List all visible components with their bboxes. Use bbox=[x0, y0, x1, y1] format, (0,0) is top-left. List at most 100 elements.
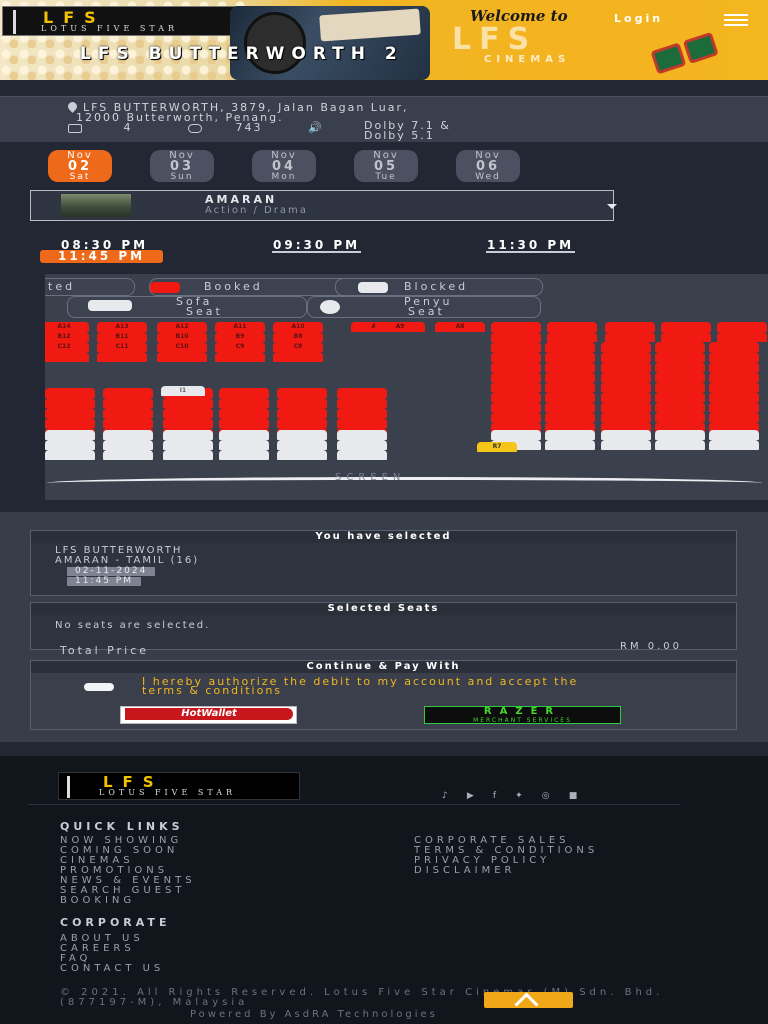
seat[interactable]: A13 bbox=[97, 322, 147, 332]
seat[interactable]: A10 bbox=[273, 322, 323, 332]
seat[interactable] bbox=[163, 430, 213, 440]
seat[interactable] bbox=[601, 342, 651, 352]
date-tab[interactable]: Nov 05 Tue bbox=[354, 150, 418, 182]
seat[interactable] bbox=[655, 372, 705, 382]
showtime-button-selected[interactable]: 11:45 PM bbox=[40, 250, 164, 263]
footer-link[interactable]: BOOKING bbox=[60, 896, 196, 906]
video-icon[interactable]: ■ bbox=[569, 791, 578, 801]
seat[interactable] bbox=[491, 342, 541, 352]
seat[interactable] bbox=[545, 382, 595, 392]
seat[interactable] bbox=[219, 440, 269, 450]
seat[interactable] bbox=[491, 430, 541, 440]
twitter-icon[interactable]: ✦ bbox=[515, 791, 523, 801]
seat[interactable]: B12 bbox=[45, 332, 89, 342]
seat[interactable] bbox=[45, 430, 95, 440]
seat[interactable] bbox=[545, 430, 595, 440]
seat[interactable] bbox=[709, 372, 759, 382]
footer-logo[interactable]: LFS LOTUS FIVE STAR bbox=[58, 772, 300, 800]
seat[interactable] bbox=[601, 392, 651, 402]
footer-link[interactable]: CONTACT US bbox=[60, 964, 164, 974]
seat[interactable] bbox=[545, 352, 595, 362]
seat[interactable] bbox=[655, 412, 705, 422]
seat[interactable] bbox=[219, 388, 269, 398]
seat[interactable] bbox=[103, 450, 153, 460]
seat[interactable] bbox=[545, 372, 595, 382]
seat[interactable]: B9 bbox=[215, 332, 265, 342]
seat[interactable] bbox=[655, 402, 705, 412]
seat[interactable]: C9 bbox=[215, 342, 265, 352]
seat[interactable] bbox=[661, 322, 711, 332]
seat[interactable] bbox=[45, 440, 95, 450]
seat[interactable] bbox=[163, 408, 213, 418]
seat[interactable] bbox=[103, 440, 153, 450]
tiktok-icon[interactable]: ♪ bbox=[442, 791, 448, 801]
seat[interactable] bbox=[97, 352, 147, 362]
seat[interactable] bbox=[709, 352, 759, 362]
razer-payment-button[interactable]: RAZER MERCHANT SERVICES bbox=[424, 706, 621, 724]
showtime-button[interactable]: 11:30 PM bbox=[486, 239, 576, 253]
seat[interactable] bbox=[545, 392, 595, 402]
date-tab[interactable]: Nov 04 Mon bbox=[252, 150, 316, 182]
seat[interactable] bbox=[655, 440, 705, 450]
showtime-button[interactable]: 09:30 PM bbox=[272, 239, 362, 253]
seat[interactable] bbox=[601, 412, 651, 422]
seat[interactable] bbox=[655, 392, 705, 402]
seat[interactable] bbox=[277, 418, 327, 428]
seat[interactable] bbox=[337, 408, 387, 418]
seat[interactable] bbox=[601, 372, 651, 382]
seat[interactable]: A14 bbox=[45, 322, 89, 332]
seat[interactable] bbox=[491, 322, 541, 332]
instagram-icon[interactable]: ◎ bbox=[542, 791, 550, 801]
seat[interactable] bbox=[337, 440, 387, 450]
seat[interactable]: A12 bbox=[157, 322, 207, 332]
seat[interactable] bbox=[545, 412, 595, 422]
seat[interactable] bbox=[491, 412, 541, 422]
seat[interactable]: A9 bbox=[375, 322, 425, 332]
seat[interactable]: C12 bbox=[45, 342, 89, 352]
seat[interactable] bbox=[103, 430, 153, 440]
lfs-logo[interactable]: LFS LOTUS FIVE STAR bbox=[2, 6, 240, 36]
seat[interactable] bbox=[709, 402, 759, 412]
seat[interactable]: R7 bbox=[477, 442, 517, 452]
date-tab[interactable]: Nov 02 Sat bbox=[48, 150, 112, 182]
seat[interactable] bbox=[273, 352, 323, 362]
seat[interactable] bbox=[709, 362, 759, 372]
seat[interactable]: A8 bbox=[435, 322, 485, 332]
seat[interactable]: A11 bbox=[215, 322, 265, 332]
seat[interactable]: C8 bbox=[273, 342, 323, 352]
seat[interactable] bbox=[163, 418, 213, 428]
seat[interactable] bbox=[337, 388, 387, 398]
agree-checkbox[interactable] bbox=[84, 683, 114, 691]
seat[interactable] bbox=[717, 322, 767, 332]
seat[interactable] bbox=[709, 342, 759, 352]
seat[interactable] bbox=[491, 392, 541, 402]
seat[interactable] bbox=[491, 352, 541, 362]
footer-link[interactable]: DISCLAIMER bbox=[414, 866, 598, 876]
seat[interactable] bbox=[717, 332, 767, 342]
seat[interactable] bbox=[277, 408, 327, 418]
seat[interactable] bbox=[163, 450, 213, 460]
seat[interactable] bbox=[545, 402, 595, 412]
seat[interactable] bbox=[655, 342, 705, 352]
seat[interactable] bbox=[103, 408, 153, 418]
seat[interactable] bbox=[605, 332, 655, 342]
seat[interactable]: B10 bbox=[157, 332, 207, 342]
seat[interactable]: I1 bbox=[161, 386, 205, 396]
seat[interactable] bbox=[45, 388, 95, 398]
hotwallet-payment-button[interactable]: HotWallet bbox=[120, 706, 297, 724]
seat[interactable] bbox=[491, 362, 541, 372]
seat[interactable]: B11 bbox=[97, 332, 147, 342]
seat[interactable] bbox=[655, 362, 705, 372]
movie-dropdown[interactable]: AMARAN Action / Drama bbox=[30, 190, 617, 221]
seat[interactable] bbox=[103, 388, 153, 398]
date-tab[interactable]: Nov 06 Wed bbox=[456, 150, 520, 182]
seat[interactable] bbox=[45, 352, 89, 362]
date-tab[interactable]: Nov 03 Sun bbox=[150, 150, 214, 182]
seat[interactable] bbox=[219, 418, 269, 428]
seat[interactable] bbox=[277, 430, 327, 440]
seat[interactable] bbox=[337, 430, 387, 440]
seat[interactable] bbox=[601, 382, 651, 392]
seat[interactable] bbox=[157, 352, 207, 362]
seat[interactable] bbox=[219, 408, 269, 418]
seat[interactable] bbox=[491, 372, 541, 382]
